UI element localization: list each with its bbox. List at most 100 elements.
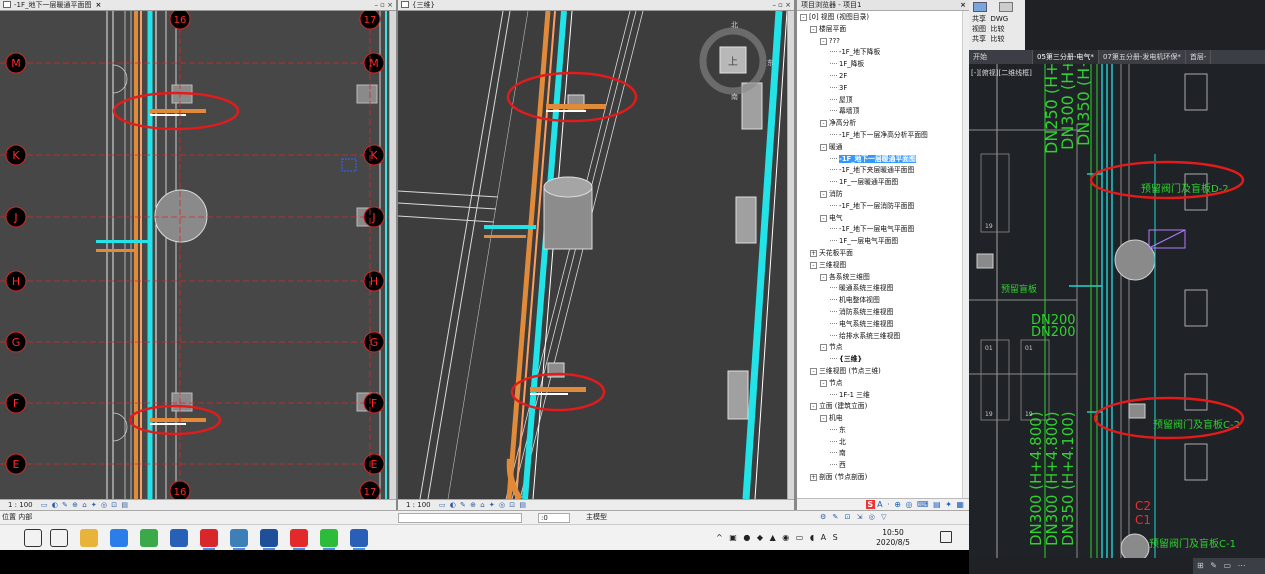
cad-drawing-canvas[interactable]: DN250 (H+4.800) DN300 (H+4. DN350 (H+ 预留… (969, 64, 1265, 558)
close-icon[interactable]: × (960, 0, 966, 11)
browser-item[interactable]: 给排水系统三维视图 (797, 331, 969, 343)
collapse-icon[interactable]: - (820, 415, 827, 423)
vertical-scrollbar[interactable] (389, 11, 396, 499)
browser-item[interactable]: - [0] 视图 (视图目录) (797, 12, 969, 24)
tab-first-floor[interactable]: 首层- (1186, 50, 1212, 64)
system-tray-icons[interactable]: ^ ▣ ● ◆ ▲ ◉ ▭ ◖ A S (716, 525, 840, 551)
browser-item[interactable]: - 机电 (797, 413, 969, 425)
browser-item[interactable]: - 暖通 (797, 142, 969, 154)
taskbar-explorer-icon[interactable] (80, 529, 98, 547)
window-controls-icon[interactable]: – ▫ × (772, 0, 791, 10)
collapse-icon[interactable]: - (820, 143, 827, 151)
ribbon-label[interactable]: 共享 (972, 15, 986, 23)
collapse-icon[interactable]: - (820, 120, 827, 128)
browser-item[interactable]: 2F (797, 71, 969, 83)
browser-item[interactable]: -1F_地下夹层暖通平面图 (797, 165, 969, 177)
cad-status-icons[interactable]: ⊞ ✎ ▭ ⋯ (1193, 558, 1265, 574)
browser-item[interactable]: 西 (797, 460, 969, 472)
floor-plan-view[interactable]: -1F_地下一层暖通平面图 × – ▫ × M M K K J J H H G … (0, 0, 398, 510)
tab-generator[interactable]: 07第五分册-发电机环保* (1099, 50, 1186, 64)
collapse-icon[interactable]: - (820, 379, 827, 387)
view-control-icons[interactable]: ▭ ◐ ✎ ⊕ ⌂ ✦ ◎ ⊡ ▤ (41, 500, 129, 510)
browser-item[interactable]: 1F_一层电气平面图 (797, 236, 969, 248)
collapse-icon[interactable]: - (810, 261, 817, 269)
workset-dropdown[interactable] (398, 513, 522, 523)
browser-item[interactable]: {三维} (797, 354, 969, 366)
share-view-icon[interactable] (973, 2, 987, 12)
vertical-scrollbar[interactable] (962, 11, 969, 498)
floor-plan-tab[interactable]: -1F_地下一层暖通平面图 × – ▫ × (0, 0, 396, 11)
ribbon-label[interactable]: 视图 (972, 25, 986, 33)
taskbar-chrome-icon[interactable] (110, 529, 128, 547)
taskbar-word-icon[interactable] (350, 529, 368, 550)
collapse-icon[interactable]: - (820, 344, 827, 352)
browser-item[interactable]: - 节点 (797, 378, 969, 390)
browser-item[interactable]: 电气系统三维视图 (797, 319, 969, 331)
view-control-icons[interactable]: ▭ ◐ ✎ ⊕ ⌂ ✦ ◎ ⊡ ▤ (439, 500, 527, 510)
browser-item[interactable]: 3F (797, 83, 969, 95)
browser-item[interactable]: 屋顶 (797, 95, 969, 107)
collapse-icon[interactable]: - (810, 367, 817, 375)
ime-indicator[interactable]: A (821, 533, 828, 542)
3d-view-tab[interactable]: {三维} – ▫ × (398, 0, 794, 11)
browser-item[interactable]: - 节点 (797, 342, 969, 354)
expand-icon[interactable]: + (810, 474, 817, 482)
browser-item[interactable]: - 楼层平面 (797, 24, 969, 36)
browser-item[interactable]: -1F_地下一层净高分析平面图 (797, 130, 969, 142)
collapse-icon[interactable]: - (820, 190, 827, 198)
browser-item[interactable]: -??? (797, 36, 969, 48)
browser-item[interactable]: -1F_地下降板 (797, 47, 969, 59)
taskbar-wechat-icon[interactable] (320, 529, 338, 550)
browser-item[interactable]: 消防系统三维视图 (797, 307, 969, 319)
taskbar-calc-icon[interactable] (170, 529, 188, 547)
ribbon-label[interactable]: 比较 (990, 25, 1004, 33)
browser-item[interactable]: -1F_地下一层电气平面图 (797, 224, 969, 236)
view-scale[interactable]: 1 : 100 (8, 501, 33, 509)
browser-item[interactable]: - 电气 (797, 213, 969, 225)
browser-item[interactable]: + 剖面 (节点剖面) (797, 472, 969, 484)
collapse-icon[interactable]: - (800, 14, 807, 21)
browser-item[interactable]: 暖通系统三维视图 (797, 283, 969, 295)
browser-item[interactable]: 1F_一层暖通平面图 (797, 177, 969, 189)
tab-start[interactable]: 开始 (969, 50, 1033, 64)
3d-view[interactable]: {三维} – ▫ × 上 北 南 东 1: 100 ▭ ◐ ✎ ⊕ ⌂ ✦ ◎… (398, 0, 796, 510)
browser-item[interactable]: + 天花板平面 (797, 248, 969, 260)
browser-item[interactable]: - 三维视图 (797, 260, 969, 272)
dwg-compare-icon[interactable] (999, 2, 1013, 12)
view-scale[interactable]: 1 : 100 (406, 501, 431, 509)
tab-electrical[interactable]: 05第三分册-电气* (1033, 50, 1099, 64)
collapse-icon[interactable]: - (820, 214, 827, 222)
expand-icon[interactable]: + (810, 249, 817, 257)
model-selector[interactable]: 主模型 (586, 511, 607, 524)
3d-canvas[interactable]: 上 北 南 东 (398, 11, 790, 499)
browser-item[interactable]: 北 (797, 437, 969, 449)
taskbar-taskview-icon[interactable] (50, 529, 68, 547)
browser-item[interactable]: - 各系统三维图 (797, 272, 969, 284)
ribbon-label[interactable]: DWG (990, 15, 1008, 23)
collapse-icon[interactable]: - (810, 403, 817, 411)
browser-item[interactable]: 1F-1 三维 (797, 390, 969, 402)
taskbar-autocad-icon[interactable] (200, 529, 218, 550)
collapse-icon[interactable]: - (820, 273, 827, 281)
taskbar-notes-icon[interactable] (230, 529, 248, 550)
taskbar-clock[interactable]: 10:50 2020/8/5 (866, 528, 920, 548)
window-controls-icon[interactable]: – ▫ × (374, 0, 393, 10)
collapse-icon[interactable]: - (820, 37, 827, 45)
taskbar-search-icon[interactable] (24, 529, 42, 547)
browser-item[interactable]: - 消防 (797, 189, 969, 201)
floor-plan-canvas[interactable]: M M K K J J H H G G F F E E 16 17 16 17 (0, 11, 392, 499)
taskbar-netease-icon[interactable] (290, 529, 308, 550)
collapse-icon[interactable]: - (810, 25, 817, 33)
browser-item[interactable]: -1F_地下一层暖通平面图 (797, 154, 969, 166)
ribbon-label[interactable]: 比较 (990, 35, 1004, 43)
browser-item[interactable]: 南 (797, 448, 969, 460)
browser-item[interactable]: 东 (797, 425, 969, 437)
browser-item[interactable]: 1F_降板 (797, 59, 969, 71)
sogou-ime-badge[interactable]: S (866, 500, 876, 509)
browser-item[interactable]: 幕墙顶 (797, 106, 969, 118)
browser-item[interactable]: 机电整体视图 (797, 295, 969, 307)
browser-item[interactable]: - 立面 (建筑立面) (797, 401, 969, 413)
vertical-scrollbar[interactable] (787, 11, 794, 499)
close-icon[interactable]: × (96, 1, 102, 9)
status-tool-icons[interactable]: ⚙ ✎ ⊡ ⇲ ◎ ▽ (820, 511, 889, 524)
